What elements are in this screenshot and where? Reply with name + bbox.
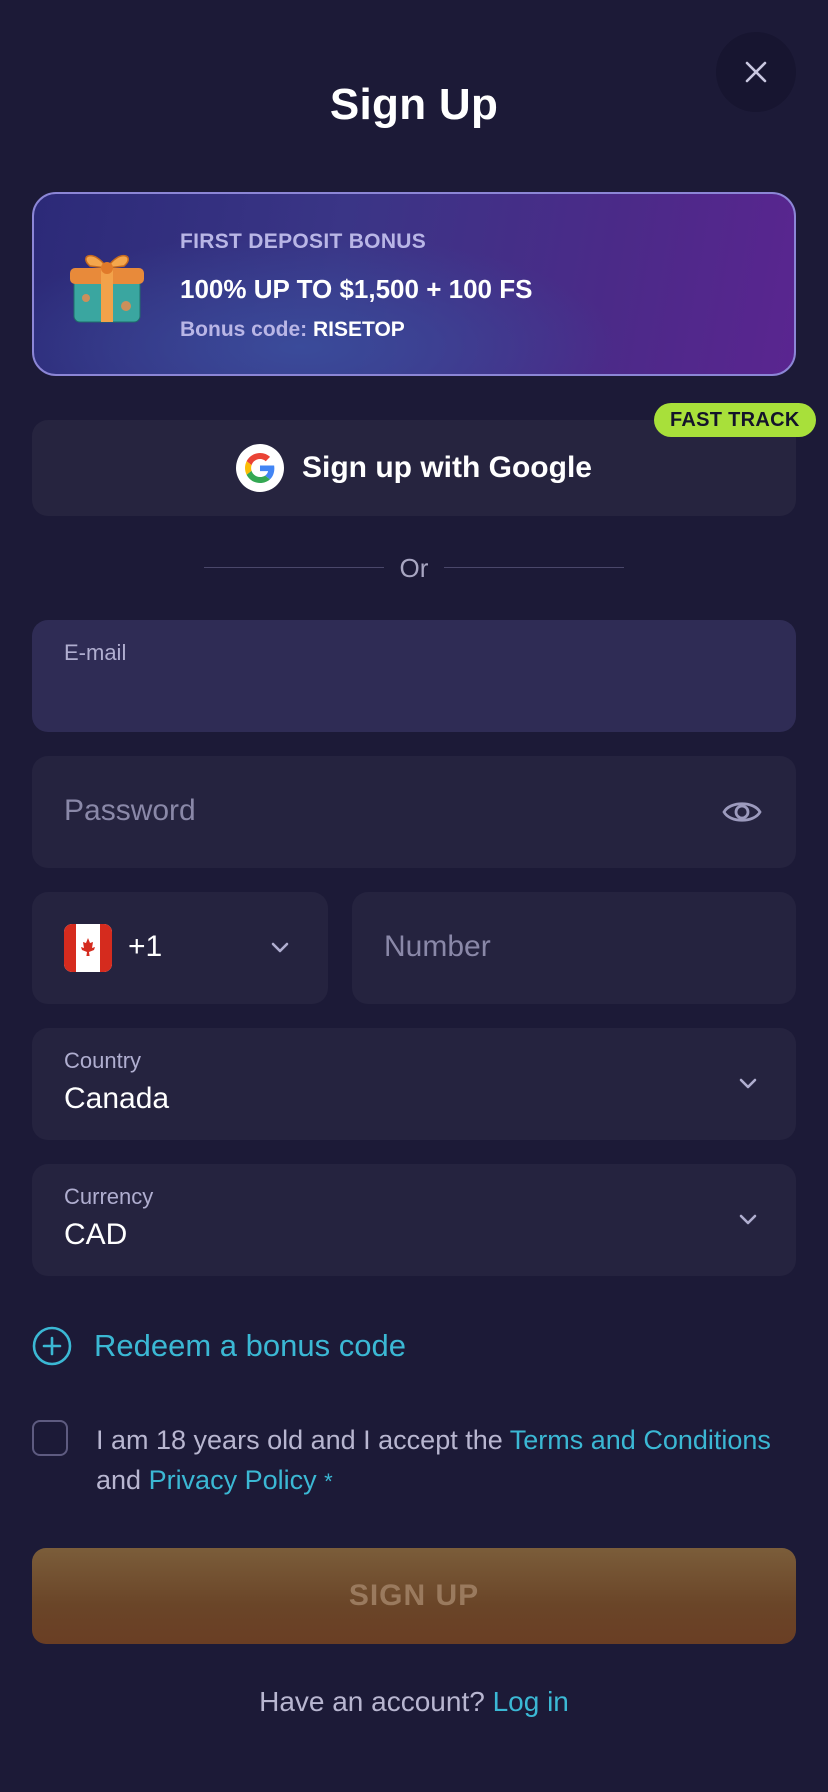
eye-icon[interactable] (722, 792, 762, 832)
consent-text-start: I am 18 years old and I accept the (96, 1425, 510, 1455)
currency-label: Currency (64, 1184, 154, 1209)
redeem-bonus-code-label: Redeem a bonus code (94, 1328, 406, 1363)
chevron-down-icon (739, 1078, 757, 1089)
chevron-down-icon (739, 1214, 757, 1225)
login-prompt: Have an account? Log in (0, 1686, 828, 1718)
terms-link[interactable]: Terms and Conditions (510, 1425, 771, 1455)
password-placeholder: Password (64, 794, 196, 827)
phone-number-placeholder: Number (384, 930, 491, 963)
login-prompt-text: Have an account? (259, 1686, 493, 1717)
sign-up-button[interactable]: SIGN UP (32, 1548, 796, 1644)
bonus-code-value: RISETOP (313, 318, 405, 341)
redeem-bonus-code-link[interactable]: Redeem a bonus code (32, 1324, 406, 1368)
age-terms-checkbox[interactable] (32, 1420, 68, 1456)
or-text: Or (399, 553, 429, 583)
bonus-code: Bonus code: RISETOP (180, 318, 405, 342)
country-value: Canada (64, 1082, 170, 1115)
page-title: Sign Up (329, 80, 499, 129)
password-field[interactable]: Password (32, 756, 796, 868)
google-icon (236, 444, 285, 492)
signup-modal: Sign Up FIRST DEPOSIT BONUS 100% UP TO $… (0, 0, 828, 1792)
bonus-kicker: FIRST DEPOSIT BONUS (180, 230, 427, 253)
gift-icon (70, 255, 144, 323)
first-deposit-bonus-banner: FIRST DEPOSIT BONUS 100% UP TO $1,500 + … (32, 192, 796, 376)
country-code-select[interactable]: +1 (32, 892, 328, 1004)
currency-select[interactable]: Currency CAD (32, 1164, 796, 1276)
consent-text: I am 18 years old and I accept the Terms… (96, 1420, 816, 1502)
bonus-amount: 100% UP TO $1,500 + 100 FS (180, 274, 533, 304)
required-mark: * (324, 1469, 333, 1494)
chevron-down-icon (271, 942, 289, 953)
plus-circle-icon (32, 1326, 72, 1366)
country-code-value: +1 (128, 930, 163, 963)
or-divider: Or (204, 552, 624, 584)
login-link[interactable]: Log in (493, 1686, 569, 1717)
currency-value: CAD (64, 1218, 128, 1251)
bonus-code-label: Bonus code: (180, 318, 308, 341)
phone-number-field[interactable]: Number (352, 892, 796, 1004)
canada-flag-icon (64, 924, 112, 972)
email-field[interactable]: E-mail (32, 620, 796, 732)
privacy-policy-link[interactable]: Privacy Policy (149, 1465, 317, 1495)
email-label: E-mail (64, 640, 127, 665)
country-select[interactable]: Country Canada (32, 1028, 796, 1140)
country-label: Country (64, 1048, 142, 1073)
consent-text-middle: and (96, 1465, 149, 1495)
sign-up-label: SIGN UP (348, 1579, 480, 1612)
fast-track-badge: FAST TRACK (654, 403, 816, 437)
google-signup-label: Sign up with Google (302, 451, 592, 484)
